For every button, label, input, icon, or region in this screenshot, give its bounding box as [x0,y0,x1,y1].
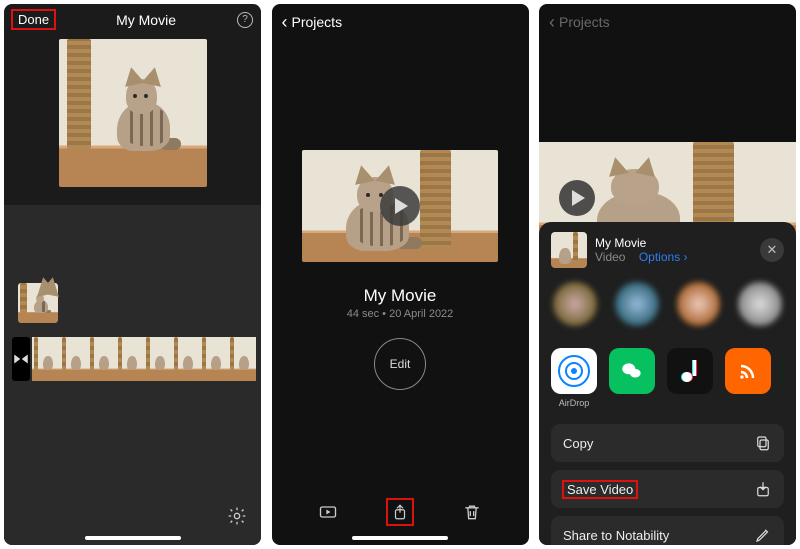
play-icon[interactable] [380,186,420,226]
share-sheet-header: My Movie Video Options › ✕ [551,232,784,268]
app-airdrop[interactable]: AirDrop [551,348,597,408]
chevron-left-icon: ‹ [549,15,555,29]
editor-timeline-area [4,205,261,545]
save-icon [754,480,772,498]
back-to-projects[interactable]: ‹ Projects [272,4,529,34]
back-label: Projects [559,14,610,30]
trash-icon[interactable] [459,499,485,525]
airdrop-icon [558,355,590,387]
close-icon[interactable]: ✕ [760,238,784,262]
app-wechat[interactable] [609,348,655,408]
help-icon[interactable]: ? [237,12,253,28]
share-sheet: My Movie Video Options › ✕ AirDrop [539,222,796,545]
media-thumbnail[interactable] [18,283,58,323]
app-rss[interactable] [725,348,771,408]
contact-avatar[interactable] [615,282,659,326]
action-label: Save Video [563,481,637,498]
home-indicator[interactable] [352,536,448,540]
project-toolbar [272,499,529,525]
app-label [609,398,655,408]
share-options-link[interactable]: Options › [639,250,688,264]
share-item-thumbnail [551,232,587,268]
share-apps-row: AirDrop [551,348,784,408]
share-item-type: Video [595,250,625,264]
share-icon[interactable] [387,499,413,525]
contact-avatar[interactable] [677,282,721,326]
settings-gear-icon[interactable] [227,506,247,531]
timeline-transition-icon[interactable] [12,337,30,381]
home-indicator[interactable] [85,536,181,540]
cat-image [59,39,207,187]
done-button[interactable]: Done [12,10,55,29]
action-label: Share to Notability [563,528,669,543]
tiktok-icon [680,360,700,382]
contact-avatar[interactable] [553,282,597,326]
app-unknown[interactable] [783,348,784,408]
app-label [725,398,771,408]
app-label [667,398,713,408]
action-label: Copy [563,436,593,451]
copy-icon [754,434,772,452]
share-action-list: Copy Save Video Share to Notability Open… [551,424,784,545]
back-label: Projects [292,14,343,30]
play-video-icon[interactable] [315,499,341,525]
edit-button[interactable]: Edit [374,338,426,390]
timeline-clip[interactable] [32,337,261,381]
preview-frame[interactable] [59,39,207,187]
contact-avatar[interactable] [738,282,782,326]
project-detail-screen: ‹ Projects My Movie 44 sec • 20 April 20… [272,4,529,545]
editor-top-bar: Done My Movie ? [4,4,261,31]
app-label [783,398,784,408]
chevron-left-icon: ‹ [282,15,288,29]
project-title[interactable]: My Movie [272,286,529,306]
imovie-editor-screen: Done My Movie ? [4,4,261,545]
share-item-info: My Movie Video Options › [595,236,688,264]
share-item-title: My Movie [595,236,688,250]
editor-preview [4,31,261,205]
project-subtitle: 44 sec • 20 April 2022 [272,308,529,320]
back-to-projects-dimmed: ‹ Projects [539,4,796,34]
share-contacts-row [553,282,782,326]
action-share-notability[interactable]: Share to Notability [551,516,784,545]
pencil-icon [754,526,772,544]
editor-title: My Movie [116,12,176,28]
app-label: AirDrop [551,398,597,408]
play-icon[interactable] [559,180,595,216]
project-video-thumbnail[interactable] [302,150,498,262]
share-sheet-screen: ‹ Projects My Movie Video Options › ✕ [539,4,796,545]
cat-image [18,283,58,323]
action-copy[interactable]: Copy [551,424,784,462]
action-save-video[interactable]: Save Video [551,470,784,508]
app-tiktok[interactable] [667,348,713,408]
